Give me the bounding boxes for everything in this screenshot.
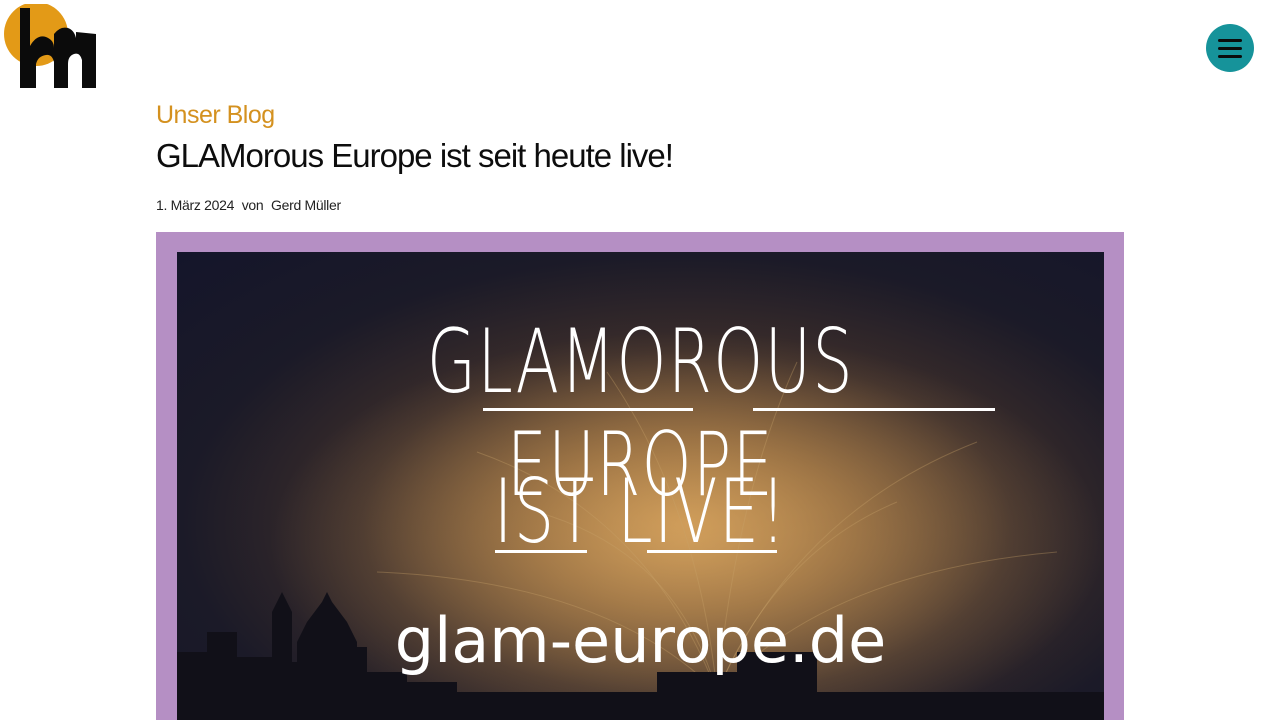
post-category[interactable]: Unser Blog xyxy=(156,98,1124,132)
hero-underline-2 xyxy=(753,408,995,411)
post-author[interactable]: Gerd Müller xyxy=(271,197,341,213)
post-by: von xyxy=(241,197,264,213)
featured-image: GLAMOROUS EUROPE IST LIVE! glam-europe.d… xyxy=(156,232,1124,720)
hero-heading-line2: IST LIVE! xyxy=(493,460,788,563)
post-date[interactable]: 1. März 2024 xyxy=(156,197,234,213)
hero-url: glam-europe.de xyxy=(394,604,887,677)
brand-logo-icon xyxy=(4,2,96,88)
hero-underline-1 xyxy=(483,408,693,411)
post-header: Unser Blog GLAMorous Europe ist seit heu… xyxy=(156,98,1124,213)
hero-underline-4 xyxy=(647,550,777,553)
site-logo[interactable] xyxy=(4,2,98,90)
hamburger-menu-icon-bar xyxy=(1218,54,1242,58)
post-meta: 1. März 2024 von Gerd Müller xyxy=(156,197,1124,213)
featured-image-photo: GLAMOROUS EUROPE IST LIVE! glam-europe.d… xyxy=(177,252,1104,720)
hamburger-menu-icon xyxy=(1218,38,1242,42)
menu-button[interactable] xyxy=(1206,24,1254,72)
hamburger-menu-icon-bar xyxy=(1218,46,1242,50)
post-title: GLAMorous Europe ist seit heute live! xyxy=(156,137,674,174)
hero-underline-3 xyxy=(495,550,587,553)
